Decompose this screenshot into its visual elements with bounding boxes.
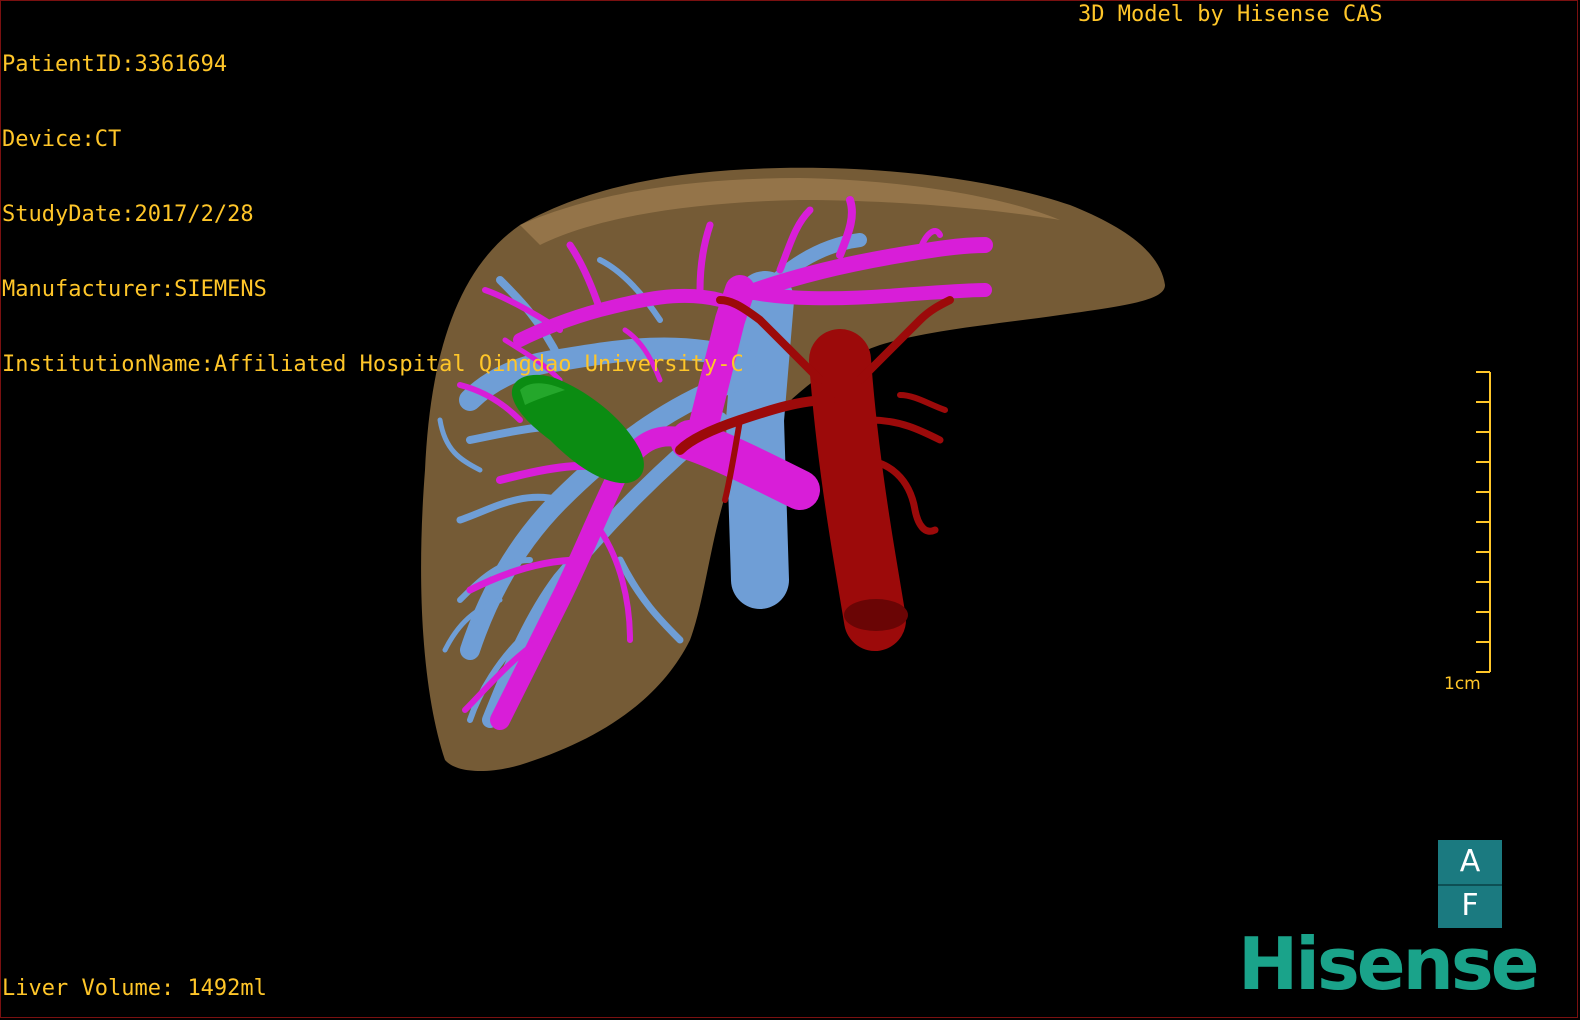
scale-bar [1476, 371, 1491, 673]
model-credit: 3D Model by Hisense CAS [1078, 2, 1383, 27]
orientation-anterior[interactable]: A [1438, 840, 1502, 884]
orientation-indicator[interactable]: A F [1438, 840, 1502, 928]
hisense-logo: Hisense [1238, 922, 1540, 1006]
patient-info: PatientID:3361694 Device:CT StudyDate:20… [2, 2, 744, 402]
liver-volume-value: 1492ml [187, 976, 267, 1001]
institution-name: InstitutionName:Affiliated Hospital Qing… [2, 352, 744, 377]
manufacturer: Manufacturer:SIEMENS [2, 277, 267, 302]
scale-bar-label: 1cm [1444, 674, 1481, 694]
patient-id: PatientID:3361694 [2, 52, 228, 77]
liver-volume-label: Liver Volume: [2, 976, 175, 1001]
aorta-end [844, 599, 908, 631]
liver-volume: Liver Volume: 1492ml [2, 976, 267, 1002]
device: Device:CT [2, 127, 122, 152]
study-date: StudyDate:2017/2/28 [2, 202, 254, 227]
